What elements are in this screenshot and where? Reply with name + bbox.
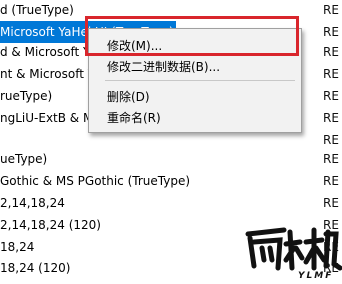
ylmf-logo-icon: YLMF xyxy=(245,227,342,281)
highlight-box xyxy=(85,16,299,56)
ylmf-watermark: YLMF xyxy=(240,220,342,281)
type-cell: RE xyxy=(323,67,339,81)
list-row[interactable]: nt & Microsoft Ya xyxy=(0,63,101,85)
list-row[interactable]: d & Microsoft Ya xyxy=(0,41,96,63)
type-cell: RE xyxy=(323,89,339,103)
row-label: rueType) xyxy=(0,89,53,103)
row-label: 18,24 xyxy=(0,240,35,254)
type-cell: RE xyxy=(323,152,339,166)
list-row[interactable]: 18,24 xyxy=(0,236,34,258)
row-label: d & Microsoft Ya xyxy=(0,45,97,59)
menu-item-rename[interactable]: 重命名(R) xyxy=(107,108,161,128)
row-label: ueType) xyxy=(0,152,48,166)
row-label: 18,24 (120) xyxy=(0,261,71,275)
row-label: 2,14,18,24 (120) xyxy=(0,218,101,232)
list-row[interactable]: ueType) xyxy=(0,148,47,170)
row-label: nt & Microsoft Ya xyxy=(0,67,101,81)
list-row[interactable]: 18,24 (120) xyxy=(0,257,70,279)
type-cell: RE xyxy=(323,111,339,125)
menu-item-delete[interactable]: 删除(D) xyxy=(107,87,150,107)
list-row[interactable]: rueType) xyxy=(0,85,52,107)
type-cell: RE xyxy=(323,174,339,188)
svg-text:YLMF: YLMF xyxy=(298,271,333,281)
list-row[interactable]: Gothic & MS PGothic (TrueType) xyxy=(0,170,190,192)
type-cell: RE xyxy=(323,196,339,210)
row-label: d (TrueType) xyxy=(0,3,74,17)
type-cell: RE xyxy=(323,45,339,59)
menu-item-modify-binary[interactable]: 修改二进制数据(B)... xyxy=(107,57,220,77)
type-cell: RE xyxy=(323,3,339,17)
list-row[interactable]: 2,14,18,24 xyxy=(0,192,65,214)
row-label: 2,14,18,24 xyxy=(0,196,65,210)
row-label: ngLiU-ExtB & Mir xyxy=(0,111,102,125)
type-cell: RE xyxy=(323,25,339,39)
row-label: Gothic & MS PGothic (TrueType) xyxy=(0,174,191,188)
list-row[interactable]: d (TrueType) xyxy=(0,0,74,21)
menu-separator xyxy=(105,80,295,81)
list-row[interactable]: ngLiU-ExtB & Mir xyxy=(0,107,102,129)
list-row[interactable]: 2,14,18,24 (120) xyxy=(0,214,101,236)
